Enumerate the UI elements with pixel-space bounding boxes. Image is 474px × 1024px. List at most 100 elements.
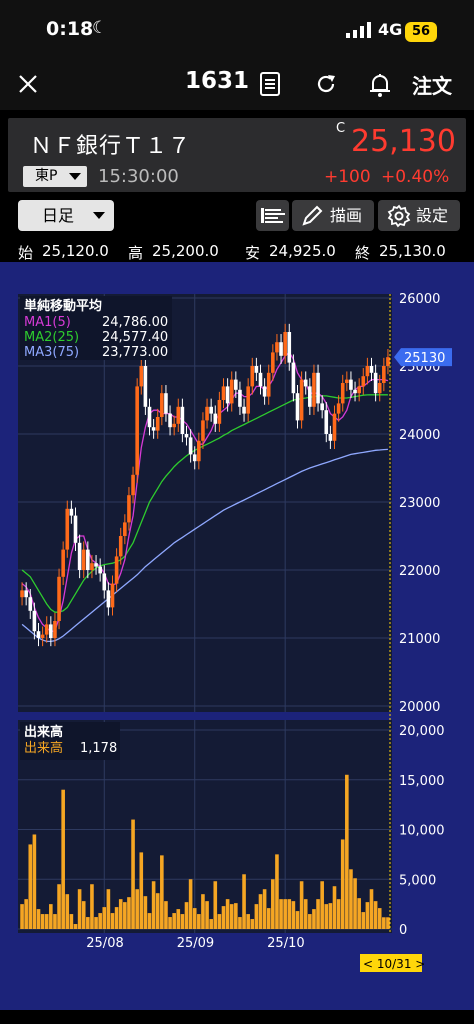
- price-tick-label: 23000: [399, 496, 440, 511]
- candle-body: [40, 634, 45, 638]
- document-icon[interactable]: [259, 72, 281, 96]
- candle-body: [151, 427, 156, 431]
- candle-body: [94, 563, 98, 567]
- candle-body: [336, 403, 341, 414]
- volume-bar: [151, 881, 156, 929]
- volume-bar: [110, 913, 115, 929]
- volume-bar: [287, 899, 292, 929]
- candle-body: [65, 508, 70, 550]
- candle-body: [155, 417, 160, 431]
- close-icon[interactable]: [14, 70, 42, 98]
- candle-body: [114, 556, 119, 584]
- candle-body: [279, 342, 283, 356]
- volume-bar: [147, 913, 152, 929]
- candle-body: [118, 536, 123, 557]
- volume-bar: [24, 899, 28, 929]
- low-value: 24,925.0: [269, 242, 336, 260]
- candle-body: [299, 379, 304, 421]
- volume-bar: [332, 886, 337, 929]
- volume-tick-label: 0: [399, 923, 407, 938]
- candlestick-chart[interactable]: 2600025000240002300022000210002000025130…: [0, 262, 474, 1010]
- volume-bar: [221, 906, 226, 929]
- volume-bar: [299, 881, 304, 929]
- volume-bar: [291, 901, 296, 929]
- candle-body: [106, 590, 111, 608]
- volume-bar: [312, 909, 316, 929]
- volume-tick-label: 15,000: [399, 774, 445, 789]
- candle-body: [205, 406, 209, 421]
- chevron-down-icon: [69, 173, 81, 180]
- draw-label: 描画: [330, 206, 363, 225]
- battery-icon: 56: [405, 22, 437, 42]
- candle-body: [209, 406, 213, 414]
- volume-bar: [266, 908, 271, 929]
- candle-body: [369, 366, 374, 373]
- candle-body: [234, 379, 238, 390]
- volume-bar: [345, 774, 349, 929]
- volume-bar: [340, 839, 345, 929]
- settings-button[interactable]: 設定: [378, 200, 460, 231]
- candle-body: [32, 610, 37, 632]
- price-tick-label: 20000: [399, 700, 440, 715]
- candle-body: [242, 406, 246, 414]
- candle-body: [221, 386, 226, 400]
- candle-body: [135, 386, 139, 475]
- volume-bar: [283, 899, 287, 929]
- candle-body: [225, 386, 230, 404]
- order-button[interactable]: 注文: [412, 70, 452, 99]
- candle-body: [349, 379, 353, 390]
- volume-bar: [316, 899, 320, 929]
- candle-body: [386, 357, 390, 366]
- candle-body: [324, 410, 329, 434]
- candle-body: [238, 389, 242, 407]
- volume-bar: [135, 889, 139, 929]
- volume-bar: [20, 904, 24, 929]
- candle-body: [69, 508, 74, 516]
- volume-bar: [377, 908, 382, 929]
- network-type: 4G: [378, 20, 403, 39]
- high-value: 25,200.0: [152, 242, 219, 260]
- candle-body: [246, 386, 250, 414]
- volume-bar: [365, 902, 370, 929]
- volume-bar: [143, 896, 148, 929]
- candle-body: [160, 393, 164, 417]
- volume-bar: [324, 904, 329, 929]
- volume-bar: [118, 899, 123, 929]
- status-time: 0:18: [46, 18, 94, 40]
- board-button[interactable]: [256, 200, 289, 231]
- volume-bar: [40, 914, 45, 929]
- candle-body: [143, 366, 148, 407]
- volume-bar: [308, 914, 312, 929]
- volume-bar: [242, 874, 246, 929]
- candle-body: [291, 362, 296, 394]
- candle-body: [131, 474, 135, 496]
- volume-bar: [246, 914, 250, 929]
- draw-button[interactable]: 描画: [292, 200, 374, 231]
- volume-bar: [98, 913, 102, 929]
- candle-body: [57, 576, 61, 621]
- candle-body: [271, 352, 275, 373]
- volume-bar: [271, 879, 275, 929]
- volume-bar: [349, 869, 353, 929]
- volume-bar: [114, 907, 119, 929]
- close-label: 終: [355, 244, 371, 262]
- candle-body: [188, 437, 193, 455]
- stock-code: 1631: [185, 68, 250, 94]
- candle-body: [229, 379, 234, 404]
- volume-bar: [373, 901, 378, 929]
- candle-body: [357, 386, 361, 394]
- volume-bar: [361, 912, 366, 929]
- refresh-icon[interactable]: [314, 72, 338, 96]
- candle-body: [361, 376, 366, 387]
- volume-bar: [184, 902, 189, 929]
- candle-body: [86, 549, 90, 570]
- candle-body: [192, 454, 197, 462]
- bell-icon[interactable]: [368, 72, 392, 98]
- candle-body: [382, 366, 386, 383]
- price-change: +100: [324, 167, 371, 187]
- volume-bar: [262, 889, 267, 929]
- volume-bar: [90, 884, 94, 929]
- volume-bar: [192, 908, 197, 929]
- candle-body: [180, 406, 185, 434]
- volume-tick-label: 5,000: [399, 873, 436, 888]
